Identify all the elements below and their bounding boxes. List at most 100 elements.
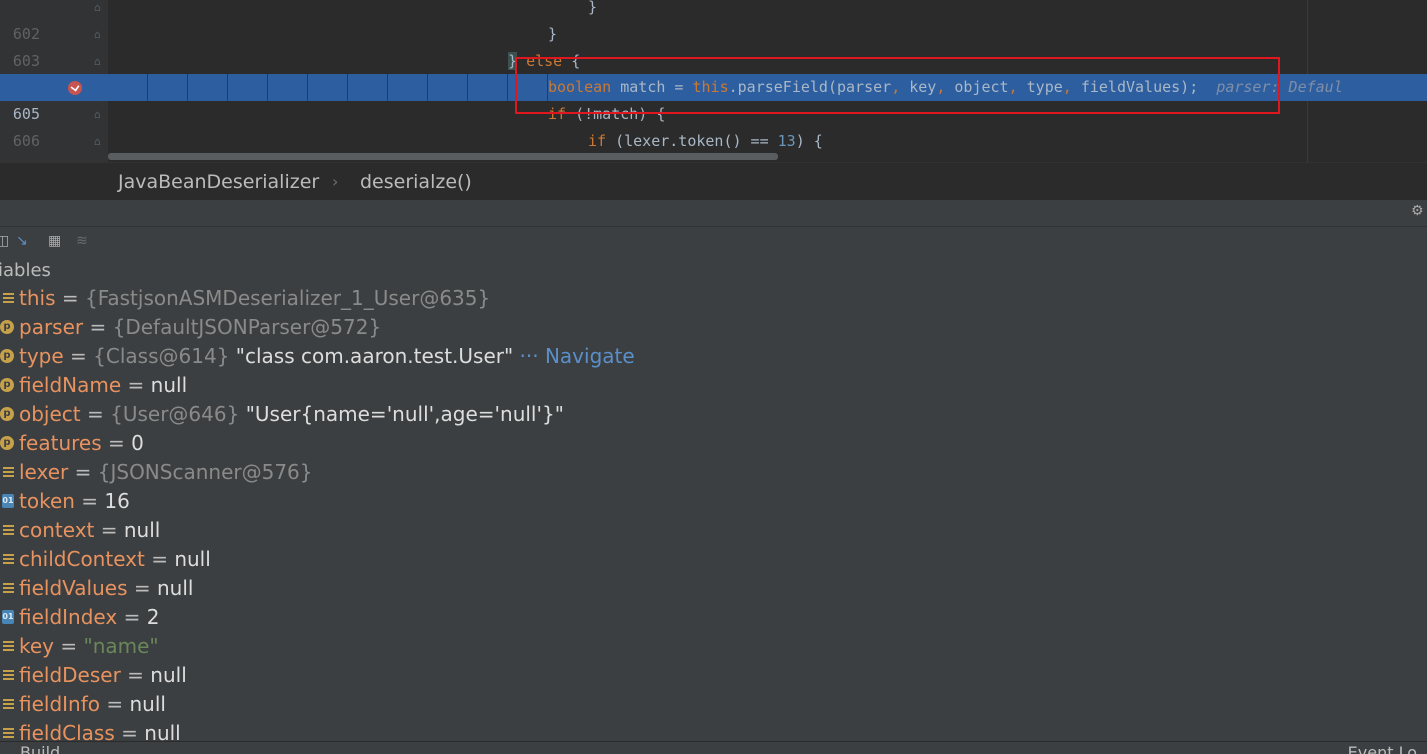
field-icon — [3, 293, 14, 305]
equals-sign: = — [55, 286, 85, 310]
equals-sign: = — [120, 663, 151, 687]
variable-name: fieldClass — [19, 721, 115, 741]
equals-sign: = — [80, 402, 111, 426]
debug-panel-header: ⚙ — [0, 200, 1427, 227]
equals-sign: = — [144, 547, 175, 571]
variable-name: childContext — [19, 547, 145, 571]
equals-sign: = — [100, 692, 130, 716]
fold-marker-icon[interactable]: ⌂ — [94, 1, 104, 14]
field-icon — [3, 728, 14, 740]
object-reference: {JSONScanner@576} — [97, 460, 313, 484]
object-reference: {DefaultJSONParser@572} — [112, 315, 382, 339]
number-literal: 13 — [777, 132, 796, 150]
breadcrumb-method[interactable]: deserialze() — [360, 163, 472, 201]
equals-sign: = — [94, 518, 124, 542]
annotation-highlight-box — [515, 57, 1280, 114]
fold-marker-icon[interactable]: ⌂ — [94, 108, 104, 121]
primitive-icon: 01 — [2, 610, 14, 624]
variable-entry: key = "name" — [19, 632, 159, 661]
variable-value: null — [150, 373, 188, 397]
step-icon[interactable]: ◫ — [0, 233, 9, 249]
breadcrumb-class[interactable]: JavaBeanDeserializer — [118, 163, 319, 201]
variable-entry: context = null — [19, 516, 160, 545]
variable-name: fieldInfo — [19, 692, 101, 716]
equals-sign: = — [74, 489, 105, 513]
parameter-icon: p — [0, 320, 14, 334]
keyword-if: if — [588, 132, 607, 150]
variable-entry: lexer = {JSONScanner@576} — [19, 458, 313, 487]
variable-entry: fieldName = null — [19, 371, 187, 400]
variable-value: null — [150, 663, 187, 687]
code-text: } — [548, 25, 558, 43]
variable-entry: type = {Class@614} "class com.aaron.test… — [19, 342, 635, 371]
variable-value: 2 — [146, 605, 160, 629]
equals-sign: = — [121, 373, 151, 397]
field-icon — [3, 670, 14, 682]
breakpoint-icon[interactable] — [68, 81, 82, 95]
field-icon — [3, 641, 14, 653]
variable-entry: fieldInfo = null — [19, 690, 166, 719]
variable-value: null — [123, 518, 161, 542]
primitive-icon: 01 — [2, 494, 14, 508]
equals-sign: = — [117, 605, 147, 629]
code-part: (lexer.token() == — [606, 132, 778, 150]
variable-name: fieldDeser — [19, 663, 121, 687]
variable-name: fieldValues — [19, 576, 128, 600]
field-icon — [3, 583, 14, 595]
code-text: } — [588, 0, 598, 16]
equals-sign: = — [68, 460, 98, 484]
line-highlight-segments — [108, 74, 548, 101]
variable-name: object — [19, 402, 81, 426]
parameter-icon: p — [0, 436, 14, 450]
fold-marker-icon[interactable]: ⌂ — [94, 28, 104, 41]
variable-entry: token = 16 — [19, 487, 130, 516]
code-editor[interactable]: 602 ⌂ } 603 ⌂ } 604 ⌂ } else { 605 boole… — [0, 0, 1427, 162]
variable-name: this — [19, 286, 56, 310]
variable-name: type — [19, 344, 64, 368]
horizontal-scrollbar[interactable] — [108, 153, 778, 160]
trace-stream-icon[interactable]: ≋ — [76, 233, 88, 249]
parameter-icon: p — [0, 378, 14, 392]
debug-toolbar: ◫ ↘ ▦ ≋ — [0, 227, 1427, 255]
equals-sign: = — [54, 634, 84, 658]
variable-value: 0 — [131, 431, 144, 455]
evaluate-expression-icon[interactable]: ▦ — [48, 233, 61, 249]
parameter-icon: p — [0, 407, 14, 421]
variable-value: null — [156, 576, 194, 600]
variable-name: lexer — [19, 460, 69, 484]
code-line-607[interactable]: 607 ⌂ if (lexer.token() == 13) { — [0, 128, 1427, 162]
gear-icon[interactable]: ⚙ — [1411, 204, 1425, 218]
equals-sign: = — [83, 315, 113, 339]
variable-entry: this = {FastjsonASMDeserializer_1_User@6… — [19, 284, 490, 313]
line-number: 607 — [0, 155, 40, 162]
variable-name: key — [19, 634, 55, 658]
variable-name: token — [19, 489, 75, 513]
navigate-link[interactable]: ··· Navigate — [513, 344, 635, 368]
variable-value: null — [174, 547, 211, 571]
code-text: if (lexer.token() == 13) { — [588, 128, 823, 155]
field-icon — [3, 467, 14, 479]
variables-view[interactable]: iables this = {FastjsonASMDeserializer_1… — [0, 255, 1427, 741]
string-value: "User{name='null',age='null'}" — [239, 402, 564, 426]
field-icon — [3, 554, 14, 566]
variable-value: null — [144, 721, 181, 741]
code-line-602[interactable]: 602 ⌂ } — [0, 0, 1427, 43]
run-to-cursor-icon[interactable]: ↘ — [16, 233, 28, 249]
variable-name: parser — [19, 315, 84, 339]
field-icon — [3, 699, 14, 711]
variables-section-title: iables — [0, 260, 51, 281]
fold-marker-icon[interactable]: ⌂ — [94, 55, 104, 68]
variable-entry: parser = {DefaultJSONParser@572} — [19, 313, 381, 342]
variable-entry: fieldDeser = null — [19, 661, 187, 690]
variable-entry: childContext = null — [19, 545, 211, 574]
variable-entry: object = {User@646} "User{name='null',ag… — [19, 400, 564, 429]
code-part: ) { — [795, 132, 823, 150]
field-icon — [3, 525, 14, 537]
equals-sign: = — [127, 576, 157, 600]
variable-entry: features = 0 — [19, 429, 144, 458]
variable-entry: fieldIndex = 2 — [19, 603, 159, 632]
equals-sign: = — [114, 721, 145, 741]
fold-marker-icon[interactable]: ⌂ — [94, 135, 104, 148]
code-line-603[interactable]: 603 ⌂ } — [0, 21, 1427, 70]
object-reference: {User@646} — [110, 402, 240, 426]
